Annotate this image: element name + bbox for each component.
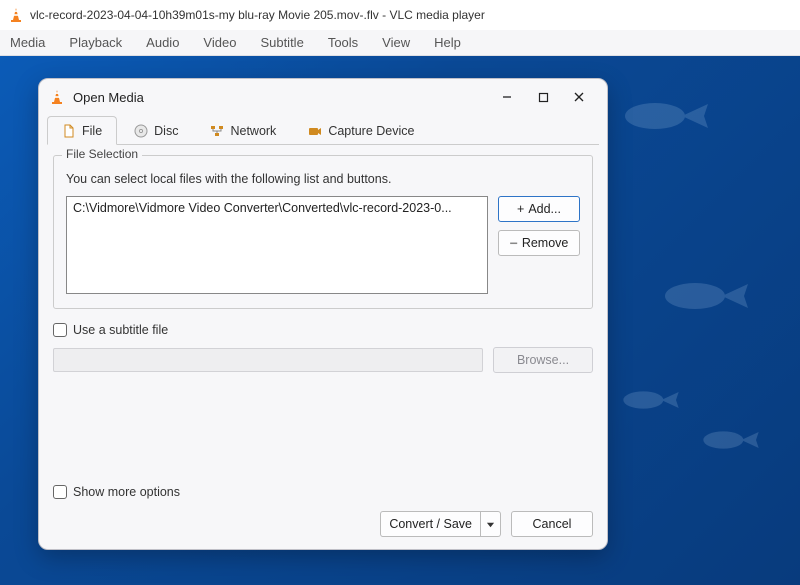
tab-capture-label: Capture Device — [328, 124, 414, 138]
menu-audio[interactable]: Audio — [146, 35, 179, 50]
file-list-item[interactable]: C:\Vidmore\Vidmore Video Converter\Conve… — [73, 201, 481, 215]
browse-label: Browse... — [517, 353, 569, 367]
app-title: vlc-record-2023-04-04-10h39m01s-my blu-r… — [30, 8, 485, 22]
disc-icon — [134, 124, 148, 138]
cancel-label: Cancel — [533, 517, 572, 531]
vlc-cone-icon — [8, 7, 24, 23]
capture-icon — [308, 124, 322, 138]
file-list[interactable]: C:\Vidmore\Vidmore Video Converter\Conve… — [66, 196, 488, 294]
tab-bar: File Disc Network Capture Device — [47, 115, 599, 145]
dialog-titlebar[interactable]: Open Media — [39, 79, 607, 115]
file-selection-legend: File Selection — [62, 147, 142, 161]
vlc-cone-icon — [49, 89, 65, 105]
show-more-row[interactable]: Show more options — [53, 485, 593, 499]
tab-disc-label: Disc — [154, 124, 178, 138]
file-selection-hint: You can select local files with the foll… — [66, 172, 580, 186]
menu-video[interactable]: Video — [203, 35, 236, 50]
convert-save-button[interactable]: Convert / Save — [380, 511, 481, 537]
menu-media[interactable]: Media — [10, 35, 45, 50]
tab-capture[interactable]: Capture Device — [293, 116, 429, 145]
close-button[interactable] — [561, 83, 597, 111]
menu-help[interactable]: Help — [434, 35, 461, 50]
menu-tools[interactable]: Tools — [328, 35, 358, 50]
subtitle-path-input — [53, 348, 483, 372]
tab-network-label: Network — [230, 124, 276, 138]
show-more-checkbox[interactable] — [53, 485, 67, 499]
network-icon — [210, 124, 224, 138]
show-more-label: Show more options — [73, 485, 180, 499]
app-titlebar: vlc-record-2023-04-04-10h39m01s-my blu-r… — [0, 0, 800, 30]
maximize-button[interactable] — [525, 83, 561, 111]
tab-network[interactable]: Network — [195, 116, 291, 145]
add-button[interactable]: + Add... — [498, 196, 580, 222]
convert-save-label: Convert / Save — [389, 517, 472, 531]
remove-button-label: Remove — [522, 236, 569, 250]
file-selection-fieldset: File Selection You can select local file… — [53, 155, 593, 309]
dialog-title: Open Media — [73, 90, 489, 105]
chevron-down-icon — [486, 520, 495, 529]
plus-icon: + — [517, 202, 524, 216]
menu-subtitle[interactable]: Subtitle — [260, 35, 303, 50]
tab-file[interactable]: File — [47, 116, 117, 145]
menu-view[interactable]: View — [382, 35, 410, 50]
convert-save-split-button[interactable]: Convert / Save — [380, 511, 501, 537]
minus-icon: − — [510, 236, 518, 250]
dialog-footer: Show more options Convert / Save Cancel — [39, 477, 607, 549]
dialog-content: File Selection You can select local file… — [39, 145, 607, 477]
menu-playback[interactable]: Playback — [69, 35, 122, 50]
subtitle-checkbox-label: Use a subtitle file — [73, 323, 168, 337]
remove-button[interactable]: − Remove — [498, 230, 580, 256]
tab-disc[interactable]: Disc — [119, 116, 193, 145]
tab-file-label: File — [82, 124, 102, 138]
subtitle-checkbox-row[interactable]: Use a subtitle file — [53, 323, 593, 337]
menubar: Media Playback Audio Video Subtitle Tool… — [0, 30, 800, 56]
subtitle-checkbox[interactable] — [53, 323, 67, 337]
open-media-dialog: Open Media File Disc Network Capture Dev… — [38, 78, 608, 550]
minimize-button[interactable] — [489, 83, 525, 111]
browse-subtitle-button: Browse... — [493, 347, 593, 373]
add-button-label: Add... — [528, 202, 561, 216]
convert-save-dropdown[interactable] — [481, 511, 501, 537]
cancel-button[interactable]: Cancel — [511, 511, 593, 537]
file-icon — [62, 124, 76, 138]
